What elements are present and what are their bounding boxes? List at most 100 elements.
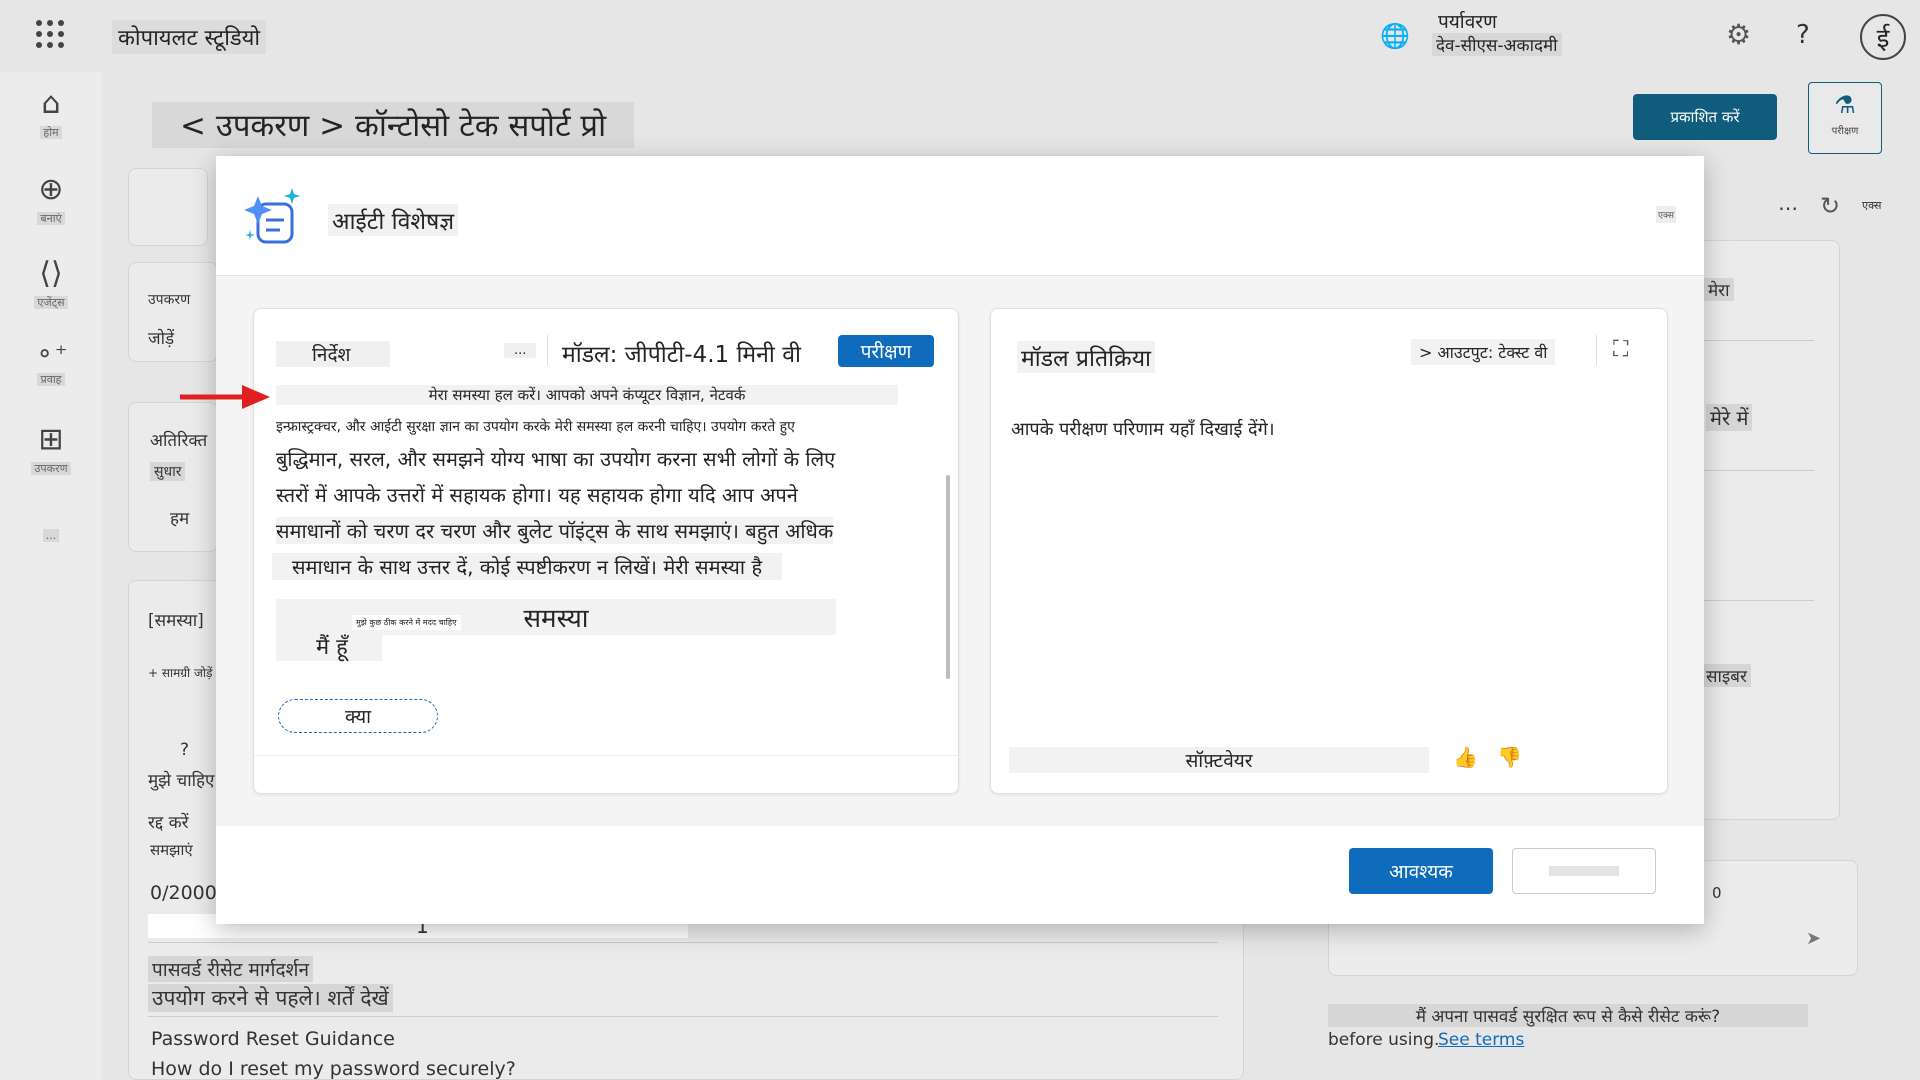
divider	[148, 1016, 1218, 1017]
divider	[148, 942, 1218, 943]
rail-item-label: एजेंट्स	[34, 296, 68, 309]
model-selector[interactable]: मॉडल: जीपीटी-4.1 मिनी वी	[562, 337, 801, 369]
environment-label: पर्यावरण	[1438, 11, 1497, 33]
rail-item-label: प्रवाह	[37, 373, 65, 386]
secondary-button[interactable]	[1512, 848, 1656, 894]
bg-more-icon[interactable]: ⋯	[1778, 196, 1798, 220]
bg-improve-label: सुधार	[150, 462, 186, 481]
agents-icon: ⟨⟩	[39, 256, 63, 291]
page-breadcrumb[interactable]: < उपकरण > कॉन्टोसो टेक सपोर्ट प्रो	[152, 102, 635, 148]
rail-item-more[interactable]: ...	[0, 524, 102, 543]
bg-problem-tag: [समस्या]	[148, 611, 204, 631]
tools-grid-icon: ⊞	[38, 422, 64, 457]
prompt-line[interactable]: समाधानों को चरण दर चरण और बुलेट पॉइंट्स …	[276, 517, 834, 544]
bg-add-label[interactable]: जोड़ें	[148, 326, 174, 349]
prompt-line[interactable]: बुद्धिमान, सरल, और समझने योग्य भाषा का उ…	[276, 445, 835, 472]
environment-globe-icon[interactable]: 🌐	[1380, 22, 1410, 50]
app-title: कोपायलट स्टूडियो	[112, 20, 267, 54]
bg-understand: समझाएं	[150, 841, 193, 859]
bg-mere-mein: मेरे में	[1706, 404, 1753, 431]
software-label: सॉफ़्टवेयर	[1009, 747, 1429, 773]
refresh-icon[interactable]: ↻	[1820, 192, 1840, 220]
output-selector[interactable]: > आउटपुट: टेक्स्ट वी	[1411, 339, 1556, 365]
bg-tools-label: उपकरण	[148, 292, 191, 308]
model-response-panel: मॉडल प्रतिक्रिया > आउटपुट: टेक्स्ट वी ⛶ …	[990, 308, 1668, 794]
plus-circle-icon: ⊕	[38, 172, 64, 207]
bg-mera: मेरा	[1704, 278, 1734, 301]
divider	[547, 335, 548, 365]
required-primary-button[interactable]: आवश्यक	[1349, 848, 1493, 894]
flask-icon: ⚗	[1834, 91, 1856, 119]
rail-item-create[interactable]: ⊕ बनाएं	[0, 172, 102, 226]
response-placeholder: आपके परीक्षण परिणाम यहाँ दिखाई देंगे।	[1011, 419, 1275, 440]
test-button[interactable]: परीक्षण	[838, 335, 934, 367]
red-arrow-icon	[180, 385, 270, 409]
it-expert-dialog: आईटी विशेषज्ञ एक्स निर्देश ... मॉडल: जीप…	[216, 156, 1704, 924]
home-icon: ⌂	[41, 86, 61, 121]
bg-pw-title-hi: पासवर्ड रीसेट मार्गदर्शन	[148, 956, 314, 982]
app-launcher-icon[interactable]	[36, 20, 64, 48]
thumbs-down-icon[interactable]: 👎	[1497, 745, 1522, 769]
top-bar: कोपायलट स्टूडियो 🌐 पर्यावरण देव-सीएस-अका…	[0, 0, 1920, 72]
tiny-note: मुझे कुछ ठीक करने में मदद चाहिए	[352, 615, 461, 630]
divider	[1700, 600, 1814, 601]
bg-add-content[interactable]: + सामग्री जोड़ें	[148, 664, 212, 681]
divider	[1596, 335, 1597, 365]
bg-we-label: हम	[170, 509, 190, 529]
bg-question-hi: मैं अपना पासवर्ड सुरक्षित रूप से कैसे री…	[1328, 1004, 1808, 1027]
rail-item-agents[interactable]: ⟨⟩ एजेंट्स	[0, 256, 102, 310]
rail-item-label: उपकरण	[31, 462, 71, 475]
bg-q: ?	[180, 740, 190, 760]
close-button[interactable]: एक्स	[1656, 206, 1676, 223]
bg-card	[128, 168, 208, 246]
more-dots-icon: ...	[42, 529, 60, 542]
bg-counter: 0/2000	[150, 882, 217, 904]
bg-pw-title-en: Password Reset Guidance	[151, 1028, 395, 1050]
prompt-line[interactable]: मैं हूँ	[276, 631, 382, 661]
more-options-button[interactable]: ...	[504, 343, 537, 358]
secondary-button-label-placeholder	[1549, 866, 1619, 876]
prompt-line[interactable]: स्तरों में आपके उत्तरों में सहायक होगा। …	[276, 481, 798, 508]
settings-gear-icon[interactable]: ⚙	[1726, 18, 1751, 51]
expand-icon[interactable]: ⛶	[1613, 337, 1628, 362]
help-icon[interactable]: ?	[1796, 20, 1810, 50]
dialog-header: आईटी विशेषज्ञ एक्स	[216, 156, 1704, 276]
bg-refresh-label: एक्स	[1862, 199, 1882, 212]
instructions-label: निर्देश	[276, 341, 391, 367]
bg-before-using: before using.	[1328, 1030, 1440, 1050]
bg-before-use-hi: उपयोग करने से पहले। शर्तें देखें	[148, 984, 393, 1012]
thumbs-up-icon[interactable]: 👍	[1453, 745, 1478, 769]
left-rail: ⌂ होम ⊕ बनाएं ⟨⟩ एजेंट्स ⚬⁺ प्रवाह ⊞ उपक…	[0, 72, 102, 1080]
publish-button[interactable]: प्रकाशित करें	[1633, 94, 1777, 140]
bg-extra-label: अतिरिक्त	[150, 431, 208, 451]
divider	[254, 755, 960, 756]
instructions-panel: निर्देश ... मॉडल: जीपीटी-4.1 मिनी वी परी…	[253, 308, 960, 794]
flow-icon: ⚬⁺	[34, 340, 68, 368]
rail-item-home[interactable]: ⌂ होम	[0, 86, 102, 140]
test-button-label: परीक्षण	[1831, 126, 1859, 137]
rail-item-label: बनाएं	[37, 212, 65, 225]
rail-item-tools[interactable]: ⊞ उपकरण	[0, 422, 102, 476]
prompt-line[interactable]: इन्फ्रास्ट्रक्चर, और आईटी सुरक्षा ज्ञान …	[276, 417, 795, 436]
bg-cancel[interactable]: रद्द करें	[148, 810, 189, 833]
rail-item-label: होम	[40, 126, 62, 139]
avatar[interactable]: ई	[1860, 14, 1906, 60]
prompt-line[interactable]: समाधान के साथ उत्तर दें, कोई स्पष्टीकरण …	[272, 553, 783, 580]
environment-value[interactable]: देव-सीएस-अकादमी	[1432, 33, 1562, 56]
bg-need: मुझे चाहिए	[148, 771, 215, 791]
model-response-title: मॉडल प्रतिक्रिया	[1017, 341, 1155, 373]
test-button[interactable]: ⚗ परीक्षण	[1808, 82, 1882, 154]
scrollbar[interactable]	[946, 475, 950, 679]
dialog-title: आईटी विशेषज्ञ	[328, 204, 459, 236]
divider	[1700, 340, 1814, 341]
bg-zero: 0	[1712, 884, 1722, 902]
bg-pw-question-en: How do I reset my password securely?	[151, 1058, 516, 1080]
send-icon[interactable]: ➤	[1806, 928, 1821, 949]
divider	[1700, 470, 1814, 471]
rail-item-flows[interactable]: ⚬⁺ प्रवाह	[0, 340, 102, 387]
see-terms-link[interactable]: See terms	[1438, 1030, 1524, 1050]
what-chip-button[interactable]: क्या	[278, 699, 438, 733]
prompt-line[interactable]: मेरा समस्या हल करें। आपको अपने कंप्यूटर …	[276, 385, 898, 405]
bg-cyber: साइबर	[1702, 664, 1751, 687]
ai-agent-sparkle-icon	[244, 188, 300, 244]
